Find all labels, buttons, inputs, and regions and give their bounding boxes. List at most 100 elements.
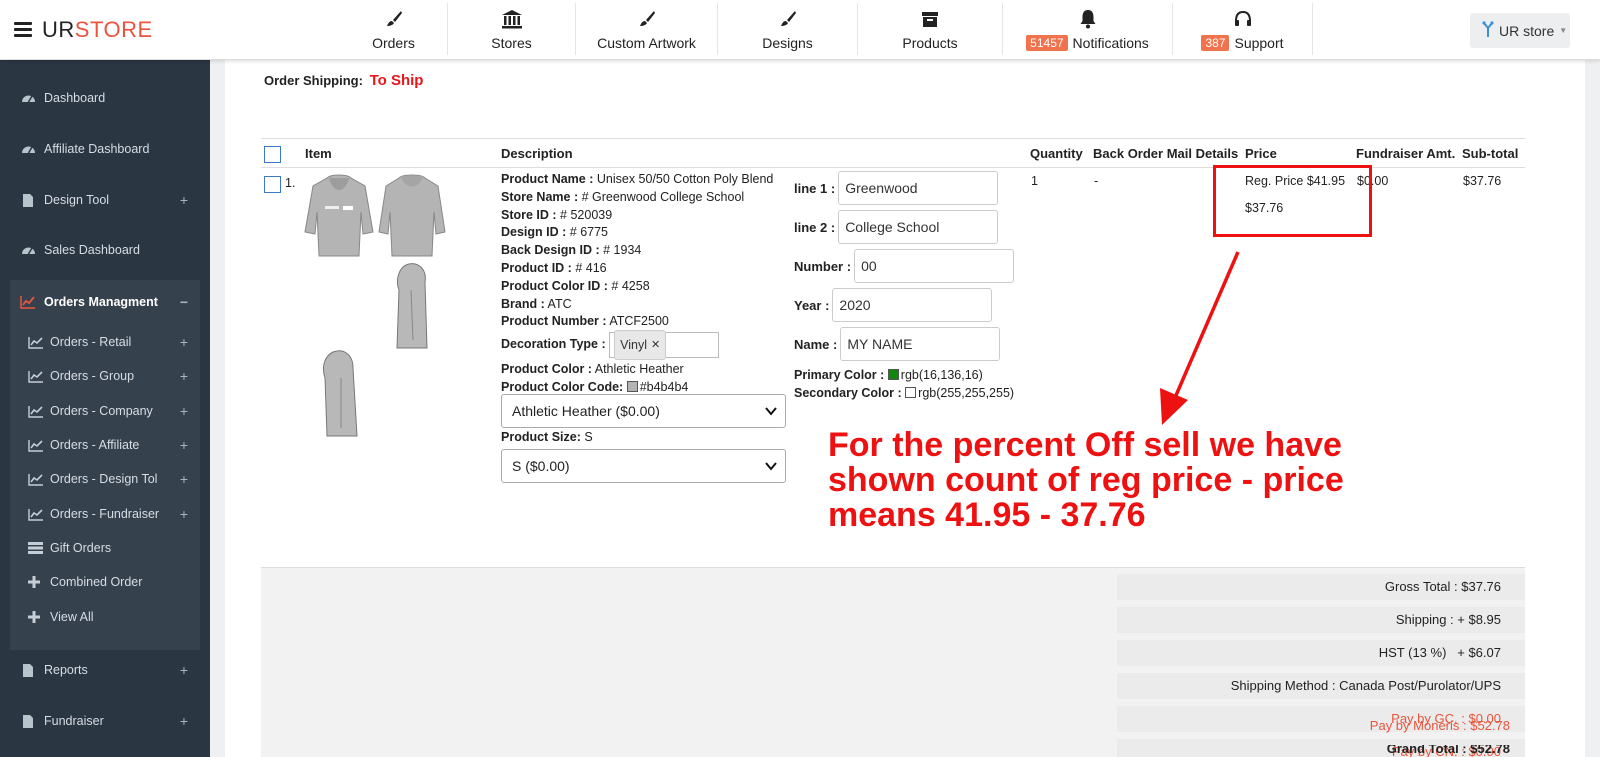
sidebar-sub-orders-retail[interactable]: Orders - Retail + <box>10 325 200 359</box>
store-fork-icon <box>1482 21 1494 40</box>
plus-icon <box>28 575 44 589</box>
brush-icon <box>777 8 799 30</box>
expand-icon[interactable]: + <box>180 471 188 487</box>
sidebar-sub-gift-orders[interactable]: Gift Orders <box>10 531 200 565</box>
sidebar-sub-combined-order[interactable]: Combined Order <box>10 565 200 599</box>
product-color-select[interactable]: Athletic Heather ($0.00) <box>501 394 786 428</box>
expand-icon[interactable]: + <box>180 403 188 419</box>
secondary-color: Secondary Color : rgb(255,255,255) <box>794 386 1015 400</box>
field-line-2: line 2 : <box>794 210 999 244</box>
field-name: Name : <box>794 327 1001 361</box>
sidebar-item-affiliate-dashboard[interactable]: Affiliate Dashboard <box>0 127 210 171</box>
sidebar-sub-orders-affiliate[interactable]: Orders - Affiliate + <box>10 428 200 462</box>
year-input[interactable] <box>832 288 993 322</box>
product-image-front[interactable] <box>303 172 375 261</box>
sidebar-sub-orders-group[interactable]: Orders - Group + <box>10 359 200 393</box>
decoration-tag-input[interactable]: Vinyl ✕ <box>609 329 720 360</box>
sidebar-item-orders-managment[interactable]: Orders Managment − <box>0 280 210 324</box>
color-swatch <box>626 380 638 392</box>
nav-products[interactable]: Products <box>858 3 1003 55</box>
shipping-label: Order Shipping: <box>264 73 363 88</box>
dashboard-gauge-icon <box>20 90 36 106</box>
sidebar-item-label: Fundraiser <box>44 714 104 728</box>
dashboard-gauge-icon <box>20 141 36 157</box>
product-image-side-2[interactable] <box>319 348 361 443</box>
brush-icon <box>383 8 405 30</box>
expand-icon[interactable]: + <box>180 334 188 350</box>
chart-line-icon <box>28 507 44 521</box>
expand-icon[interactable]: + <box>180 662 188 678</box>
product-size-select-value: S ($0.00) <box>512 458 570 474</box>
sidebar-item-sales-dashboard[interactable]: Sales Dashboard <box>0 228 210 272</box>
annotation-arrow-icon <box>1160 251 1240 425</box>
row-checkbox[interactable] <box>264 176 281 193</box>
number-input[interactable] <box>854 249 1015 283</box>
expand-icon[interactable]: + <box>180 437 188 453</box>
expand-icon[interactable]: + <box>180 506 188 522</box>
nav-support-label: Support <box>1234 35 1284 51</box>
file-icon <box>20 713 36 729</box>
field-line-1: line 1 : <box>794 171 999 205</box>
line-1-input[interactable] <box>838 171 999 205</box>
select-all-checkbox[interactable] <box>264 146 281 163</box>
shipping-method: Shipping Method : Canada Post/Purolator/… <box>1230 678 1501 693</box>
chevron-down-icon <box>765 404 777 421</box>
expand-icon[interactable]: + <box>180 368 188 384</box>
sidebar-sub-label: Combined Order <box>50 575 143 589</box>
sidebar-item-label: Reports <box>44 663 88 677</box>
sidebar-item-design-tool[interactable]: Design Tool + <box>0 178 210 222</box>
name-input[interactable] <box>840 327 1001 361</box>
sidebar-sub-label: Orders - Group <box>50 369 135 383</box>
plus-icon <box>28 610 44 624</box>
sidebar-sub-orders-company[interactable]: Orders - Company + <box>10 394 200 428</box>
main-nav: Orders Stores Custom Artwork Designs Pro… <box>340 0 1313 60</box>
collapse-icon[interactable]: − <box>180 294 188 310</box>
sidebar-sub-orders-design-tool[interactable]: Orders - Design Tol + <box>10 462 200 496</box>
sidebar-item-label: Affiliate Dashboard <box>44 142 150 156</box>
order-table-header: Item Description Quantity Back Order Mai… <box>261 138 1525 168</box>
remove-tag-icon[interactable]: ✕ <box>651 332 660 358</box>
row-back-order: - <box>1094 174 1099 188</box>
sidebar: Dashboard Affiliate Dashboard Design Too… <box>0 60 210 757</box>
annotation-text: For the percent Off sell we have shown c… <box>828 428 1388 533</box>
menu-toggle-icon[interactable] <box>14 22 32 37</box>
sidebar-item-reports[interactable]: Reports + <box>0 648 210 692</box>
row-quantity: 1 <box>1031 174 1038 188</box>
line-2-input[interactable] <box>838 210 999 244</box>
brand-logo[interactable]: URSTORE <box>42 17 153 43</box>
detail-store-name: Store Name : # Greenwood College School <box>501 189 745 204</box>
decoration-tag: Vinyl ✕ <box>614 329 667 360</box>
nav-stores[interactable]: Stores <box>448 3 576 55</box>
chart-line-icon <box>28 369 44 383</box>
hst-total: HST (13 %) + $6.07 <box>1378 645 1501 660</box>
sidebar-sub-label: View All <box>50 610 94 624</box>
product-image-side[interactable] <box>391 260 431 355</box>
sidebar-sub-label: Orders - Affiliate <box>50 438 140 452</box>
sidebar-item-label: Design Tool <box>44 193 110 207</box>
chart-line-icon <box>20 294 36 310</box>
row-index: 1. <box>285 176 296 190</box>
expand-icon[interactable]: + <box>180 192 188 208</box>
expand-icon[interactable]: + <box>180 713 188 729</box>
product-image-back[interactable] <box>377 172 447 261</box>
nav-support[interactable]: 387 Support <box>1173 3 1313 55</box>
nav-stores-label: Stores <box>491 35 532 51</box>
nav-orders[interactable]: Orders <box>340 3 448 55</box>
sidebar-sub-label: Orders - Retail <box>50 335 132 349</box>
col-price: Price <box>1245 146 1277 161</box>
chart-line-icon <box>28 404 44 418</box>
store-selector-dropdown[interactable]: UR store ▼ <box>1470 13 1570 48</box>
nav-designs-label: Designs <box>762 35 813 51</box>
nav-notifications[interactable]: 51457 Notifications <box>1003 3 1173 55</box>
product-size-select[interactable]: S ($0.00) <box>501 449 786 483</box>
nav-custom-artwork[interactable]: Custom Artwork <box>576 3 718 55</box>
sidebar-sub-orders-fundraiser[interactable]: Orders - Fundraiser + <box>10 497 200 531</box>
notifications-badge: 51457 <box>1026 35 1068 51</box>
sidebar-item-fundraiser[interactable]: Fundraiser + <box>0 699 210 743</box>
sidebar-sub-view-all[interactable]: View All <box>10 600 200 634</box>
nav-designs[interactable]: Designs <box>718 3 858 55</box>
sidebar-item-dashboard[interactable]: Dashboard <box>0 76 210 120</box>
nav-custom-artwork-label: Custom Artwork <box>597 35 696 51</box>
field-number: Number : <box>794 249 1015 283</box>
field-year-label: Year : <box>794 297 830 313</box>
